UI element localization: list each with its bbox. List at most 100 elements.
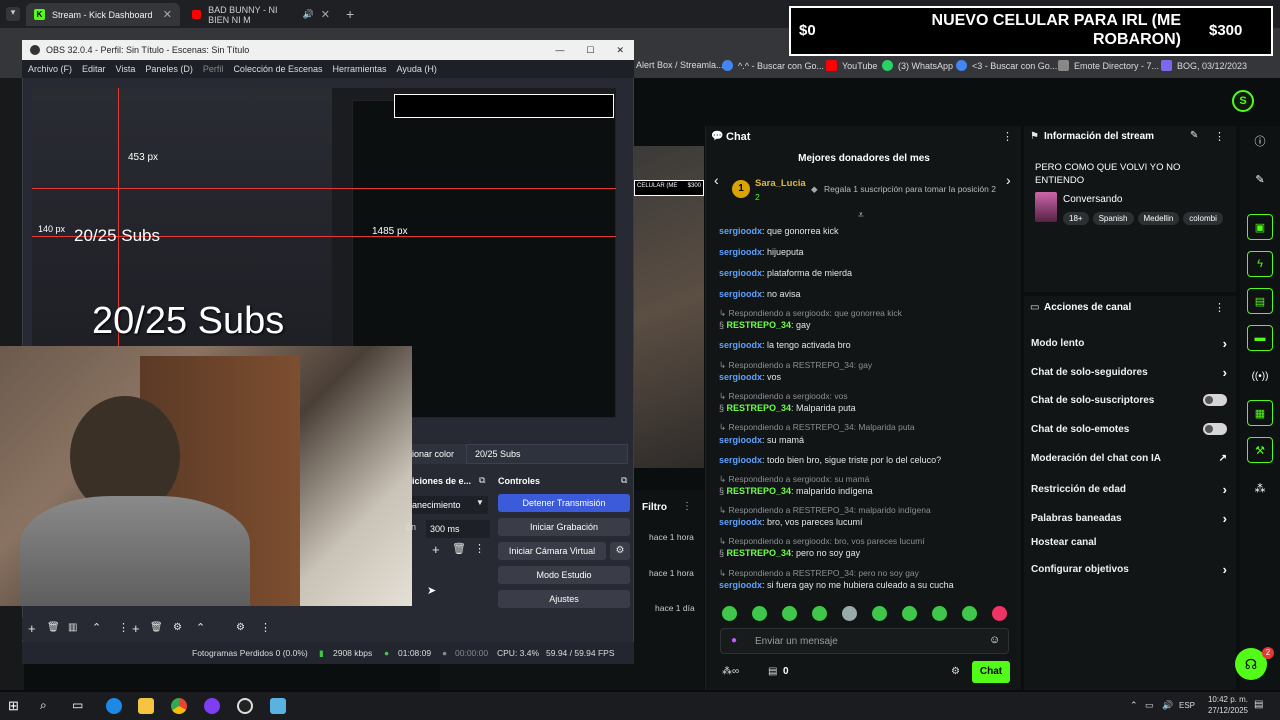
lightning-icon[interactable]: ϟ <box>1247 251 1273 277</box>
toggle-switch[interactable] <box>1203 423 1227 435</box>
edge-icon[interactable] <box>106 698 122 714</box>
minimize-icon[interactable]: — <box>555 45 564 55</box>
add-scene-icon[interactable]: + <box>28 621 36 636</box>
channel-action-item[interactable]: Modo lento › <box>1031 336 1227 351</box>
emote-icon[interactable] <box>872 606 887 621</box>
tray-volume-icon[interactable]: 🔊 <box>1162 700 1173 711</box>
donor-name[interactable]: Sara_Lucia <box>755 178 806 189</box>
chat-username[interactable]: sergioodx <box>719 517 762 527</box>
chat-message[interactable]: sergioodx: hijueputa <box>719 247 804 257</box>
channel-action-item[interactable]: Configurar objetivos › <box>1031 562 1227 577</box>
chat-username[interactable]: sergioodx <box>719 435 762 445</box>
chat-username[interactable]: sergioodx <box>719 247 762 257</box>
maximize-icon[interactable]: ☐ <box>586 45 594 56</box>
settings-button[interactable]: Ajustes <box>498 590 630 608</box>
profile-avatar[interactable]: S <box>1232 90 1254 112</box>
menu-help[interactable]: Ayuda (H) <box>397 64 437 74</box>
bookmark-item[interactable]: BOG, 03/12/2023 <box>1161 60 1247 71</box>
clock-date[interactable]: 27/12/2025 <box>1200 706 1248 715</box>
chat-message[interactable]: sergioodx: que gonorrea kick <box>719 226 839 236</box>
chat-input-box[interactable]: ● Enviar un mensaje ☺ <box>720 628 1009 654</box>
category-name[interactable]: Conversando <box>1063 194 1122 205</box>
camera-frame-icon[interactable]: ▣ <box>1247 214 1273 240</box>
next-arrow-icon[interactable]: › <box>1006 172 1011 188</box>
menu-edit[interactable]: Editar <box>82 64 106 74</box>
chat-username[interactable]: sergioodx <box>719 340 762 350</box>
chat-message[interactable]: sergioodx: no avisa <box>719 289 801 299</box>
more-options-icon[interactable]: ⋮ <box>682 501 692 512</box>
studio-mode-button[interactable]: Modo Estudio <box>498 566 630 584</box>
wrench-icon[interactable]: ⚒ <box>1247 437 1273 463</box>
notifications-icon[interactable]: ▤ <box>1254 699 1263 710</box>
chat-message[interactable]: § RESTREPO_34: malparido indígena <box>719 486 873 496</box>
channel-action-item[interactable]: Chat de solo-seguidores › <box>1031 365 1227 380</box>
toggle-switch[interactable] <box>1203 394 1227 406</box>
clipboard-icon[interactable]: ▤ <box>1247 288 1273 314</box>
source-name-field[interactable]: 20/25 Subs <box>466 444 628 464</box>
emote-icon[interactable] <box>722 606 737 621</box>
bookmark-item[interactable]: (3) WhatsApp <box>882 60 953 71</box>
chat-message[interactable]: § RESTREPO_34: Malparida puta <box>719 403 856 413</box>
broadcast-icon[interactable]: ((•)) <box>1247 363 1273 389</box>
tab-kick-dashboard[interactable]: K Stream - Kick Dashboard ✕ <box>26 3 180 26</box>
bookmark-item[interactable]: <3 - Buscar con Go... <box>956 60 1057 71</box>
stop-streaming-button[interactable]: Detener Transmisión <box>498 494 630 512</box>
close-window-icon[interactable]: ✕ <box>616 45 624 56</box>
close-tab-icon[interactable]: ✕ <box>163 8 172 21</box>
remove-source-icon[interactable]: 🗑 <box>150 622 163 633</box>
channel-action-item[interactable]: Hostear canal <box>1031 537 1227 548</box>
menu-scene-collection[interactable]: Colección de Escenas <box>233 64 322 74</box>
emote-icon[interactable] <box>842 606 857 621</box>
channel-action-item[interactable]: Palabras baneadas › <box>1031 511 1227 526</box>
dock-float-icon[interactable]: ⧉ <box>479 475 485 486</box>
channel-action-item[interactable]: Chat de solo-emotes <box>1031 423 1227 435</box>
menu-tools[interactable]: Herramientas <box>333 64 387 74</box>
file-explorer-icon[interactable] <box>138 698 154 714</box>
chat-username[interactable]: RESTREPO_34 <box>727 320 792 330</box>
more-options-icon[interactable]: ⋮ <box>474 542 485 555</box>
send-chat-button[interactable]: Chat <box>972 661 1010 683</box>
points-icon[interactable]: ⁂∞ <box>722 666 739 677</box>
chat-settings-icon[interactable]: ⚙ <box>951 666 960 677</box>
app-icon[interactable] <box>204 698 220 714</box>
trash-icon[interactable]: 🗑 <box>452 542 466 555</box>
channel-action-item[interactable]: Restricción de edad › <box>1031 482 1227 497</box>
pencil-icon[interactable]: ✎ <box>1247 166 1273 192</box>
previous-arrow-icon[interactable]: ‹ <box>714 172 719 188</box>
emote-icon[interactable] <box>932 606 947 621</box>
new-tab-button[interactable]: + <box>346 6 354 22</box>
bookmark-item[interactable]: YouTube <box>826 60 877 71</box>
emote-icon[interactable] <box>902 606 917 621</box>
chat-bubble-icon[interactable]: ▬ <box>1247 325 1273 351</box>
chat-message[interactable]: sergioodx: bro, vos pareces lucumí <box>719 517 863 527</box>
chat-message[interactable]: sergioodx: la tengo activada bro <box>719 340 851 350</box>
chat-username[interactable]: sergioodx <box>719 289 762 299</box>
app-icon[interactable] <box>270 698 286 714</box>
chat-message[interactable]: sergioodx: plataforma de mierda <box>719 268 852 278</box>
search-icon[interactable]: ⌕ <box>40 698 56 714</box>
menu-docks[interactable]: Paneles (D) <box>145 64 193 74</box>
tab-search-button[interactable]: ▾ <box>6 7 20 21</box>
store-icon[interactable]: ▤ <box>768 666 777 677</box>
filters-icon[interactable]: ▥ <box>68 622 77 633</box>
bookmark-item[interactable]: Alert Box / Streamla... <box>636 60 724 70</box>
chat-username[interactable]: sergioodx <box>719 580 762 590</box>
mixer-settings-icon[interactable]: ⚙ <box>236 622 245 633</box>
duration-input[interactable]: 300 ms <box>426 520 490 538</box>
clock-time[interactable]: 10:42 p. m. <box>1200 695 1248 704</box>
more-options-icon[interactable]: ⋮ <box>118 621 129 634</box>
chrome-icon[interactable] <box>171 698 187 714</box>
add-source-icon[interactable]: + <box>132 621 140 636</box>
chat-message[interactable]: sergioodx: todo bien bro, sigue triste p… <box>719 455 941 465</box>
chat-username[interactable]: sergioodx <box>719 268 762 278</box>
chat-message[interactable]: § RESTREPO_34: gay <box>719 320 811 330</box>
chat-menu-icon[interactable]: ⋮ <box>1002 130 1013 143</box>
info-circle-icon[interactable]: ⓘ <box>1247 128 1273 154</box>
bookmark-item[interactable]: Emote Directory - 7... <box>1058 60 1159 71</box>
filter-button[interactable]: Filtro <box>642 502 667 513</box>
chat-message[interactable]: § RESTREPO_34: pero no soy gay <box>719 548 860 558</box>
microphone-icon[interactable]: ● <box>731 635 737 646</box>
chat-message[interactable]: sergioodx: su mamá <box>719 435 804 445</box>
edit-icon[interactable]: ✎ <box>1190 130 1198 141</box>
chat-message[interactable]: sergioodx: si fuera gay no me hubiera cu… <box>719 580 954 590</box>
